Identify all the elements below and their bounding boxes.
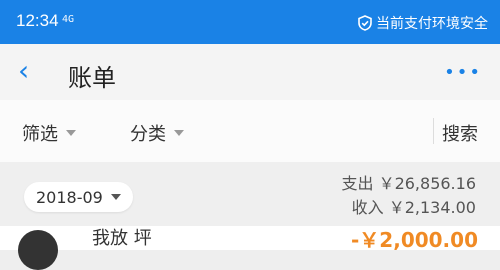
security-text: 当前支付环境安全 (376, 16, 488, 32)
month-selector[interactable]: 2018-09 (24, 182, 133, 212)
list-item-amount: -￥2,000.00 (351, 228, 478, 252)
more-button[interactable]: ••• (444, 62, 482, 83)
filter-button[interactable]: 筛选 (22, 120, 76, 146)
income-label: 收入 (351, 198, 384, 217)
month-stats: 支出 ￥26,856.16 收入 ￥2,134.00 (341, 172, 476, 220)
avatar (18, 230, 58, 270)
search-button[interactable]: 搜索 (442, 120, 478, 146)
filter-bar: 筛选 分类 搜索 (0, 100, 500, 162)
expense-value: ￥26,856.16 (378, 174, 476, 193)
status-bar: 12:34 4G 当前支付环境安全 (0, 0, 500, 44)
income-value: ￥2,134.00 (388, 198, 476, 217)
page-title: 账单 (68, 64, 116, 92)
expense-line: 支出 ￥26,856.16 (341, 172, 476, 196)
month-value: 2018-09 (36, 187, 103, 207)
chevron-left-icon: ‹ (18, 54, 30, 87)
list-item-name: 我放 坪 (92, 228, 152, 249)
category-label: 分类 (130, 124, 166, 145)
divider (433, 118, 434, 144)
signal-indicator: 4G (62, 14, 75, 25)
caret-down-icon (66, 130, 76, 136)
status-time: 12:34 (16, 11, 59, 30)
more-icon: ••• (444, 62, 482, 83)
category-button[interactable]: 分类 (130, 120, 184, 146)
app-header: ‹ 账单 ••• (0, 44, 500, 100)
expense-label: 支出 (341, 174, 374, 193)
shield-icon (358, 15, 372, 31)
filter-label: 筛选 (22, 124, 58, 145)
income-line: 收入 ￥2,134.00 (341, 196, 476, 220)
caret-down-icon (110, 194, 121, 200)
secure-payment-indicator: 当前支付环境安全 (358, 13, 488, 33)
caret-down-icon (174, 130, 184, 136)
back-button[interactable]: ‹ (18, 56, 29, 86)
